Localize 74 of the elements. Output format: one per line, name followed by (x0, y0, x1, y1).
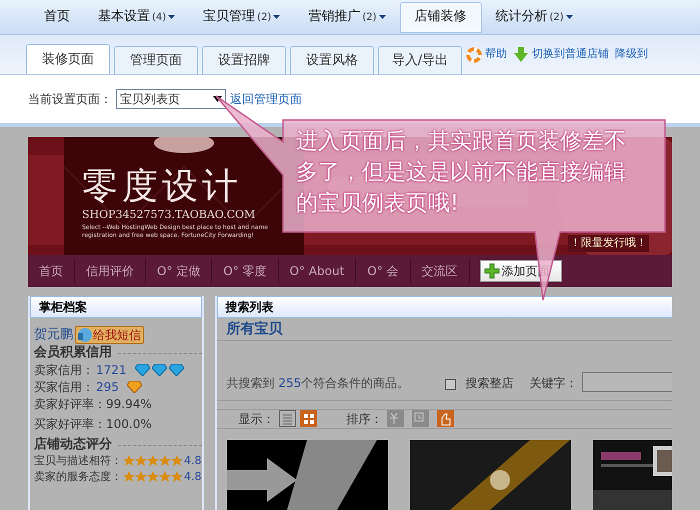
down-arrow-icon (513, 47, 529, 62)
nav-tab[interactable]: 营销推广(2) (294, 2, 400, 32)
checkbox[interactable] (444, 378, 456, 390)
shop-nav-item[interactable]: O° 零度 (212, 258, 279, 284)
nav-tab[interactable]: 首页 (30, 2, 84, 32)
sort-time-icon[interactable] (412, 410, 428, 428)
diamond-icon (134, 364, 150, 376)
toolbar-link[interactable]: 降级到 (615, 46, 648, 63)
breadcrumb[interactable]: 所有宝贝 (226, 318, 282, 340)
star-icon (123, 471, 135, 483)
tab[interactable]: 装修页面 (26, 44, 110, 74)
promo-text: ！限量发行哦！ (568, 235, 649, 252)
field-label: 当前设置页面： (28, 91, 112, 108)
credit-label: 买家信用： (34, 378, 94, 394)
score-value: 4.8 (184, 453, 202, 469)
shop-nav-item[interactable]: 交流区 (410, 258, 470, 284)
message-button[interactable]: 给我短信 (75, 326, 144, 344)
display-label: 显示： (238, 410, 274, 428)
star-icon (147, 471, 159, 483)
shop-nav-item[interactable]: O° About (278, 258, 356, 284)
toolbar-link[interactable]: 切换到普通店铺 (513, 46, 609, 63)
diamond-icon (152, 364, 167, 376)
section-heading: 会员积累信用 (34, 345, 112, 361)
star-icon (135, 455, 147, 467)
star-icon (135, 471, 147, 483)
shop-nav-item[interactable]: 信用评价 (75, 258, 146, 284)
callout-text: 进入页面后，其实跟首页装修差不多了，但是这是以前不能直接编辑的宝贝例表页哦! (296, 128, 627, 218)
rate-text: 买家好评率：100.0% (34, 416, 153, 432)
score-label: 卖家的服务态度： (34, 469, 122, 485)
nav-tab[interactable]: 基本设置(4) (84, 2, 190, 32)
tab[interactable]: 导入/导出 (378, 46, 462, 74)
shop-nav-item[interactable]: O° 定做 (146, 258, 212, 284)
panel-title: 搜索列表 (216, 296, 672, 318)
shop-logo-text: 零度设计 (82, 167, 243, 207)
shop-nav-item[interactable]: 首页 (28, 258, 75, 284)
star-icon (171, 471, 183, 483)
nav-tab[interactable]: 统计分析(2) (482, 2, 587, 32)
tab[interactable]: 设置风格 (290, 46, 374, 74)
credit-label: 卖家信用： (34, 362, 94, 378)
lifebuoy-icon (466, 46, 482, 62)
sort-popular-icon[interactable] (436, 410, 454, 428)
star-icon (159, 471, 171, 483)
shop-url: SHOP34527573.TAOBAO.COM (82, 207, 256, 223)
back-link[interactable]: 返回管理页面 (230, 90, 302, 108)
credit-value[interactable]: 1721 (96, 362, 127, 378)
toolbar-link[interactable]: 帮助 (466, 46, 507, 63)
rate-text: 卖家好评率：99.94% (34, 396, 153, 412)
sort-label: 排序： (346, 410, 382, 428)
page-dropdown[interactable]: 宝贝列表页 (116, 89, 226, 109)
grid-view-icon[interactable] (300, 410, 316, 428)
score-label: 宝贝与描述相符： (34, 453, 122, 469)
section-heading: 店铺动态评分 (34, 437, 112, 453)
nav-tab[interactable]: 宝贝管理(2) (189, 2, 294, 32)
tab[interactable]: 管理页面 (114, 46, 198, 74)
field-label: 关键字： (530, 374, 578, 392)
list-view-icon[interactable] (278, 410, 296, 428)
chat-icon (76, 327, 92, 343)
star-icon (159, 455, 171, 467)
result-count-text: 共搜索到 255个符合条件的商品。 (226, 374, 410, 392)
plus-icon (484, 263, 500, 279)
panel-title: 掌柜档案 (30, 296, 202, 318)
star-icon (171, 455, 183, 467)
credit-value[interactable]: 295 (96, 378, 119, 394)
tab[interactable]: 设置招牌 (202, 46, 286, 74)
shop-nav-item[interactable]: O° 会 (356, 258, 411, 284)
checkbox-label: 搜索整店 (464, 374, 514, 392)
nav-tab[interactable]: 店铺装修 (400, 2, 482, 32)
seller-name-link[interactable]: 贺元鹏 (34, 327, 73, 343)
star-icon (147, 455, 159, 467)
star-icon (123, 455, 135, 467)
diamond-icon (168, 364, 184, 376)
sort-price-icon[interactable] (386, 410, 404, 428)
score-value: 4.8 (184, 469, 202, 485)
diamond-icon (126, 380, 142, 392)
